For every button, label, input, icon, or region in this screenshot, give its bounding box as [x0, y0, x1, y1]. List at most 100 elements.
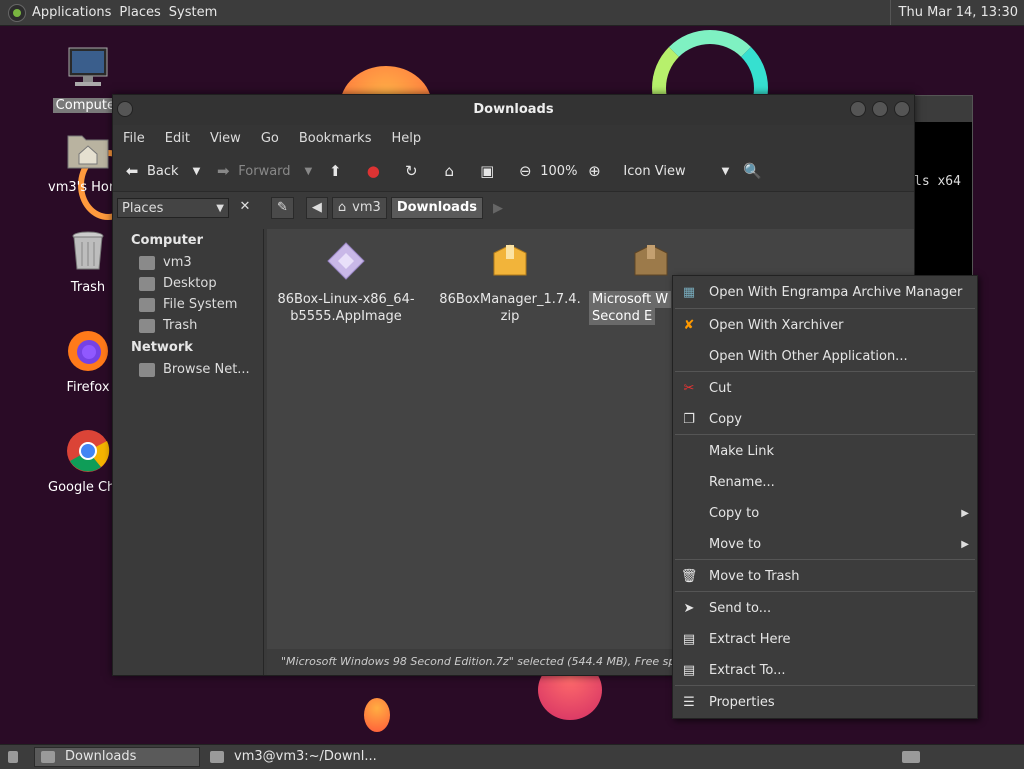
sidebar-type-select[interactable]: Places ▼: [117, 198, 229, 218]
menu-item-label: Open With Other Application...: [709, 348, 908, 364]
up-button[interactable]: ⬆: [326, 162, 350, 180]
mate-logo-icon[interactable]: [8, 3, 26, 22]
zoom-control[interactable]: ⊖ 100% ⊕: [516, 162, 609, 180]
computer-button[interactable]: ▣: [478, 162, 502, 180]
sidebar-item-desktop[interactable]: Desktop: [113, 273, 263, 294]
menu-item-label: Cut: [709, 380, 732, 396]
places-menu[interactable]: Places: [119, 5, 168, 20]
toggle-location-entry-button[interactable]: ✎: [271, 197, 294, 219]
menu-item-move-to-trash[interactable]: 🗑 Move to Trash: [673, 561, 977, 591]
taskbar-item-label: Downloads: [65, 749, 137, 764]
forward-arrow-icon: ➡: [216, 162, 230, 180]
menu-item-make-link[interactable]: Make Link: [673, 436, 977, 466]
top-panel: Applications Places System Thu Mar 14, 1…: [0, 0, 1024, 26]
forward-history-dropdown-icon[interactable]: ▼: [305, 166, 313, 177]
menu-item-rename[interactable]: Rename...: [673, 467, 977, 497]
reload-button[interactable]: ↻: [402, 162, 426, 180]
window-titlebar[interactable]: Downloads: [113, 95, 914, 125]
toolbar: ⬅ Back ▼ ➡ Forward ▼ ⬆ ● ↻ ⌂ ▣ ⊖ 100% ⊕ …: [113, 151, 914, 192]
places-sidebar: Computer vm3 Desktop File System Trash N…: [113, 229, 264, 675]
sidebar-item-label: vm3: [163, 255, 192, 270]
menu-item-copy[interactable]: ❐ Copy: [673, 404, 977, 434]
menu-item-open-xarchiver[interactable]: ✘ Open With Xarchiver: [673, 310, 977, 340]
menu-item-copy-to[interactable]: Copy to ▶: [673, 498, 977, 528]
search-button[interactable]: 🔍: [743, 162, 767, 180]
close-sidebar-icon[interactable]: ✕: [235, 197, 255, 217]
window-title: Downloads: [473, 102, 554, 117]
sidebar-item-vm3[interactable]: vm3: [113, 252, 263, 273]
sidebar-item-label: Desktop: [163, 276, 217, 291]
view-mode-select[interactable]: Icon View ▼: [623, 164, 729, 179]
menu-item-label: Extract To...: [709, 662, 786, 678]
stop-button[interactable]: ●: [364, 162, 388, 180]
menu-item-extract-here[interactable]: ▤ Extract Here: [673, 624, 977, 654]
zoom-out-icon[interactable]: ⊖: [516, 162, 534, 180]
sidebar-item-trash[interactable]: Trash: [113, 315, 263, 336]
path-scroll-left-button[interactable]: ◀: [305, 197, 328, 219]
menu-item-cut[interactable]: ✂ Cut: [673, 373, 977, 403]
menu-view[interactable]: View: [200, 131, 251, 146]
window-menu-button[interactable]: [117, 101, 133, 117]
zoom-in-icon[interactable]: ⊕: [585, 162, 603, 180]
menu-item-extract-to[interactable]: ▤ Extract To...: [673, 655, 977, 685]
menu-separator: [675, 685, 975, 686]
path-button-home[interactable]: ⌂ vm3: [331, 197, 387, 219]
reload-icon: ↻: [404, 162, 418, 180]
clock[interactable]: Thu Mar 14, 13:30: [889, 0, 1024, 25]
path-bar: ✎ ◀ ⌂ vm3 Downloads ▶: [271, 197, 503, 219]
menu-separator: [675, 308, 975, 309]
applications-menu[interactable]: Applications: [32, 5, 119, 20]
menu-item-label: Open With Xarchiver: [709, 317, 844, 333]
menu-edit[interactable]: Edit: [155, 131, 200, 146]
home-button[interactable]: ⌂: [440, 162, 464, 180]
minimize-button[interactable]: [850, 101, 866, 117]
show-desktop-button[interactable]: [2, 747, 24, 767]
file-item[interactable]: 86BoxManager_1.7.4. zip: [435, 241, 585, 325]
back-history-dropdown-icon[interactable]: ▼: [193, 166, 201, 177]
close-button[interactable]: [894, 101, 910, 117]
view-mode-label: Icon View: [623, 163, 686, 179]
file-item[interactable]: 86Box-Linux-x86_64- b5555.AppImage: [271, 241, 421, 325]
menu-go[interactable]: Go: [251, 131, 289, 146]
workspace-switcher[interactable]: [896, 747, 926, 767]
home-folder-icon: ⌂: [337, 200, 347, 215]
sidebar-item-label: File System: [163, 297, 238, 312]
home-folder-icon: [139, 255, 155, 270]
taskbar-item-terminal[interactable]: vm3@vm3:~/Downl...: [204, 747, 384, 767]
menu-item-send-to[interactable]: ➤ Send to...: [673, 593, 977, 623]
menu-item-properties[interactable]: ☰ Properties: [673, 687, 977, 717]
send-icon: ➤: [683, 600, 695, 616]
wallpaper-shape: [364, 698, 390, 732]
back-button[interactable]: ⬅ Back ▼: [123, 162, 201, 180]
menu-separator: [675, 371, 975, 372]
sidebar-item-browse-network[interactable]: Browse Net...: [113, 359, 263, 380]
scissors-icon: ✂: [683, 380, 695, 396]
forward-button[interactable]: ➡ Forward ▼: [214, 162, 312, 180]
menu-bookmarks[interactable]: Bookmarks: [289, 131, 382, 146]
location-bar: Places ▼ ✕ ✎ ◀ ⌂ vm3 Downloads ▶: [113, 191, 914, 225]
menu-item-label: Move to: [709, 536, 762, 552]
menu-item-open-other[interactable]: Open With Other Application...: [673, 341, 977, 371]
sidebar-item-label: Browse Net...: [163, 362, 250, 377]
network-icon: [139, 362, 155, 377]
maximize-button[interactable]: [872, 101, 888, 117]
sidebar-item-filesystem[interactable]: File System: [113, 294, 263, 315]
path-scroll-right-icon[interactable]: ▶: [493, 201, 503, 216]
copy-icon: ❐: [683, 411, 695, 427]
menu-item-move-to[interactable]: Move to ▶: [673, 529, 977, 559]
menu-item-label: Rename...: [709, 474, 775, 490]
trash-icon: 🗑: [680, 568, 698, 584]
trash-icon: [72, 231, 104, 270]
taskbar-item-downloads[interactable]: Downloads: [34, 747, 200, 767]
submenu-arrow-icon: ▶: [961, 538, 969, 550]
menu-item-open-engrampa[interactable]: ▦ Open With Engrampa Archive Manager: [673, 277, 977, 307]
menu-file[interactable]: File: [113, 131, 155, 146]
menu-help[interactable]: Help: [381, 131, 431, 146]
file-name: 86BoxManager_1.7.4.: [439, 292, 581, 307]
extract-icon: ▤: [682, 662, 696, 678]
chevron-down-icon: ▼: [721, 165, 730, 177]
menu-separator: [675, 559, 975, 560]
path-button-downloads[interactable]: Downloads: [390, 197, 484, 219]
system-menu[interactable]: System: [169, 5, 225, 20]
terminal-icon: [210, 751, 224, 763]
